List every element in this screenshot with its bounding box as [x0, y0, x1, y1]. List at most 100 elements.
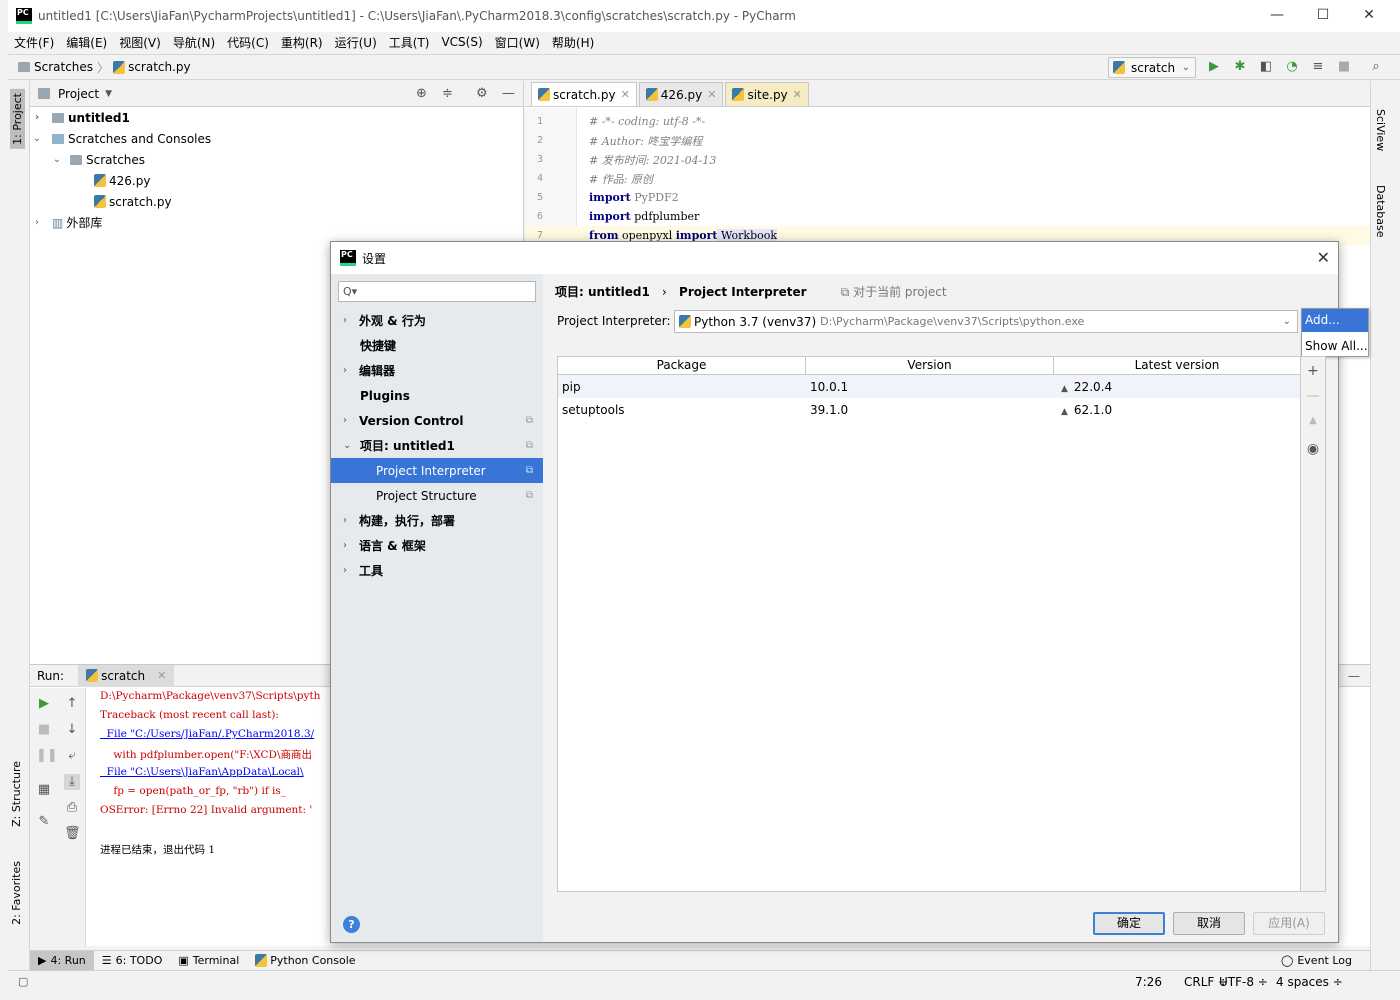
menu-item-add[interactable]: Add...	[1302, 309, 1368, 332]
nav-keymap[interactable]: 快捷键	[331, 333, 543, 358]
tool-tab-structure[interactable]: Z: Structure	[10, 761, 23, 827]
run-tab-scratch[interactable]: scratch ✕	[78, 664, 175, 687]
column-header-latest[interactable]: Latest version	[1054, 357, 1300, 374]
nav-plugins[interactable]: Plugins	[331, 383, 543, 408]
code-line[interactable]: 6 import pdfplumber	[525, 207, 1370, 226]
collapse-all-icon[interactable]: ≑	[442, 86, 453, 101]
caret-position[interactable]: 7:26	[1135, 975, 1162, 989]
tool-tab-todo[interactable]: ☰ 6: TODO	[94, 951, 171, 971]
column-header-package[interactable]: Package	[558, 357, 806, 374]
interpreter-select[interactable]: Python 3.7 (venv37) D:\Pycharm\Package\v…	[674, 310, 1298, 333]
menu-window[interactable]: 窗口(W)	[489, 34, 546, 51]
menu-code[interactable]: 代码(C)	[221, 34, 275, 51]
tree-item-scratches-consoles[interactable]: ⌄ Scratches and Consoles	[30, 128, 523, 149]
trash-icon[interactable]: 🗑	[64, 826, 81, 842]
table-row[interactable]: pip 10.0.1 ▲ 22.0.4	[558, 375, 1300, 398]
tool-tab-favorites[interactable]: 2: Favorites	[10, 861, 23, 925]
tool-tab-project[interactable]: 1: Project	[10, 89, 25, 149]
menu-navigate[interactable]: 导航(N)	[167, 34, 221, 51]
arrow-down-icon[interactable]: ↓	[64, 722, 80, 738]
chevron-down-icon[interactable]: ⌄	[30, 133, 44, 144]
editor-tab-scratch-py[interactable]: scratch.py ✕	[531, 82, 637, 106]
project-view-select[interactable]: Project	[58, 87, 99, 101]
menu-refactor[interactable]: 重构(R)	[275, 34, 329, 51]
nav-project-interpreter[interactable]: Project Interpreter ⧉	[331, 458, 543, 483]
tree-item-scratch-py[interactable]: scratch.py	[30, 191, 523, 212]
close-icon[interactable]: ✕	[793, 88, 802, 101]
menu-help[interactable]: 帮助(H)	[546, 34, 600, 51]
soft-wrap-icon[interactable]: ⤶	[64, 748, 80, 764]
search-icon[interactable]: ⌕	[1368, 59, 1384, 75]
menu-edit[interactable]: 编辑(E)	[60, 34, 113, 51]
chevron-down-icon[interactable]: ⌄	[50, 154, 64, 165]
apply-button[interactable]: 应用(A)	[1253, 912, 1325, 935]
breadcrumb-scratches[interactable]: Scratches	[34, 60, 93, 74]
close-icon[interactable]: ✕	[1317, 248, 1330, 267]
status-toggle-icon[interactable]: ▢	[18, 975, 28, 988]
pin-icon[interactable]: ✎	[36, 814, 52, 830]
stop-icon[interactable]: ■	[1336, 59, 1352, 75]
menu-item-show-all[interactable]: Show All...	[1302, 335, 1368, 358]
table-row[interactable]: setuptools 39.1.0 ▲ 62.1.0	[558, 398, 1300, 421]
code-line[interactable]: 5 import PyPDF2	[525, 188, 1370, 207]
profile-icon[interactable]: ◔	[1284, 59, 1300, 75]
pause-icon[interactable]: ❚❚	[36, 748, 58, 764]
cancel-button[interactable]: 取消	[1173, 912, 1245, 935]
tree-item-426-py[interactable]: 426.py	[30, 170, 523, 191]
nav-build-execution-deployment[interactable]: › 构建，执行，部署	[331, 508, 543, 533]
rerun-icon[interactable]: ▶	[36, 696, 52, 712]
chevron-right-icon[interactable]: ›	[30, 217, 44, 228]
menu-view[interactable]: 视图(V)	[113, 34, 167, 51]
tool-tab-run[interactable]: ▶ 4: Run	[30, 950, 94, 971]
ok-button[interactable]: 确定	[1093, 912, 1165, 935]
nav-editor[interactable]: › 编辑器	[331, 358, 543, 383]
stop-icon[interactable]: ■	[36, 722, 52, 738]
menu-run[interactable]: 运行(U)	[329, 34, 383, 51]
help-icon[interactable]: ?	[343, 916, 360, 933]
chevron-down-icon[interactable]: ▼	[105, 89, 112, 99]
run-configuration-select[interactable]: scratch ⌄	[1108, 57, 1196, 78]
console-link[interactable]: File "C:\Users\JiaFan\AppData\Local\	[100, 766, 320, 785]
show-latest-eye-icon[interactable]: ◉	[1305, 441, 1321, 457]
menu-vcs[interactable]: VCS(S)	[435, 35, 488, 49]
tree-item-external-libraries[interactable]: › ▥ 外部库	[30, 212, 523, 233]
coverage-icon[interactable]: ◧	[1258, 59, 1274, 75]
menu-file[interactable]: 文件(F)	[8, 34, 60, 51]
settings-search-input[interactable]: Q▾	[338, 281, 536, 302]
code-line[interactable]: 1 # -*- coding: utf-8 -*-	[525, 112, 1370, 131]
remove-package-icon[interactable]: —	[1305, 388, 1321, 404]
build-icon[interactable]: ≡	[1310, 59, 1326, 75]
hide-icon[interactable]: —	[1348, 669, 1360, 683]
file-encoding[interactable]: UTF-8 ÷	[1219, 975, 1268, 989]
tool-tab-terminal[interactable]: ▣ Terminal	[170, 951, 247, 971]
gear-icon[interactable]: ⚙	[476, 86, 488, 101]
breadcrumb-parent[interactable]: 项目: untitled1	[555, 285, 650, 299]
upgrade-package-icon[interactable]: ▲	[1305, 415, 1321, 426]
close-icon[interactable]: ✕	[157, 669, 166, 682]
editor-tab-426-py[interactable]: 426.py ✕	[638, 82, 724, 106]
minimize-button[interactable]: —	[1254, 0, 1300, 32]
scroll-to-end-icon[interactable]: ⤓	[64, 774, 80, 790]
code-line[interactable]: 2 # Author: 咚宝学编程	[525, 131, 1370, 150]
arrow-up-icon[interactable]: ↑	[64, 696, 80, 712]
add-package-icon[interactable]: +	[1305, 363, 1321, 379]
column-header-version[interactable]: Version	[806, 357, 1054, 374]
debug-icon[interactable]: ✱	[1232, 59, 1248, 75]
close-icon[interactable]: ✕	[707, 88, 716, 101]
tool-tab-python-console[interactable]: Python Console	[247, 951, 363, 971]
code-line[interactable]: 3 # 发布时间: 2021-04-13	[525, 150, 1370, 169]
tool-tab-sciview[interactable]: SciView	[1374, 109, 1387, 151]
nav-project-untitled1[interactable]: ⌄ 项目: untitled1 ⧉	[331, 433, 543, 458]
console-output[interactable]: D:\Pycharm\Package\venv37\Scripts\pyth T…	[100, 690, 320, 861]
nav-tools[interactable]: › 工具	[331, 558, 543, 583]
nav-version-control[interactable]: › Version Control ⧉	[331, 408, 543, 433]
run-icon[interactable]: ▶	[1206, 59, 1222, 75]
nav-languages-frameworks[interactable]: › 语言 & 框架	[331, 533, 543, 558]
editor-tab-site-py[interactable]: site.py ✕	[725, 82, 809, 106]
tool-tab-event-log[interactable]: ◯ Event Log	[1273, 951, 1360, 971]
tree-item-untitled1[interactable]: › untitled1	[30, 107, 523, 128]
chevron-right-icon[interactable]: ›	[30, 112, 44, 123]
tree-item-scratches[interactable]: ⌄ Scratches	[30, 149, 523, 170]
maximize-button[interactable]: ☐	[1300, 0, 1346, 32]
menu-tools[interactable]: 工具(T)	[383, 34, 436, 51]
